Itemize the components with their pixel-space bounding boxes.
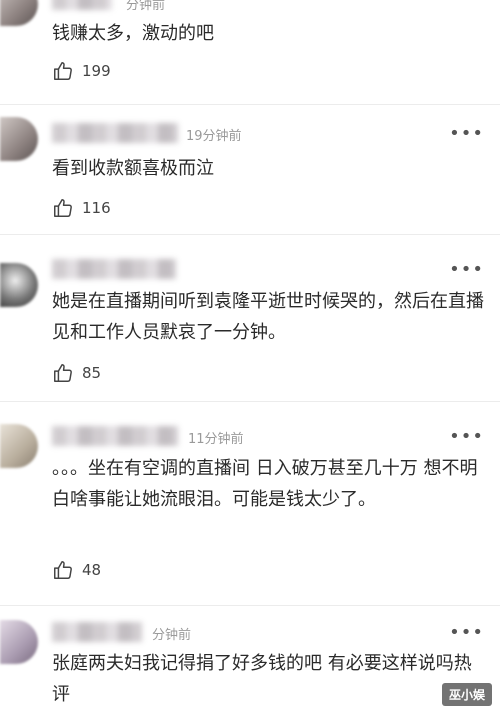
comment-text: 看到收款额喜极而泣 [52,158,214,179]
like-count: 48 [82,561,102,579]
like-button[interactable]: 199 [52,60,111,82]
like-count: 85 [82,364,102,382]
username-blurred [52,259,176,279]
comment-time: 19分钟前 [186,129,242,144]
comment-time: 分钟前 [126,0,166,13]
comment-item: 分钟前 ••• 张庭两夫妇我记得捐了好多钱的吧 有必要这样说吗热评 [0,606,500,710]
avatar[interactable] [0,117,38,161]
avatar[interactable] [0,0,38,26]
like-count: 199 [82,62,111,80]
avatar[interactable] [0,620,38,664]
like-button[interactable]: 85 [52,362,101,384]
comment-item: ••• 她是在直播期间听到袁隆平逝世时候哭的，然后在直播见和工作人员默哀了一分钟… [0,235,500,400]
comment-text: 。。。坐在有空调的直播间 日入破万甚至几十万 想不明白啥事能让她流眼泪。可能是钱… [52,458,478,510]
comment-text: 张庭两夫妇我记得捐了好多钱的吧 有必要这样说吗热评 [52,653,472,705]
comment-time: 分钟前 [152,628,192,643]
comment-text: 她是在直播期间听到袁隆平逝世时候哭的，然后在直播见和工作人员默哀了一分钟。 [52,291,484,343]
more-dots-icon[interactable]: ••• [449,125,484,143]
more-dots-icon[interactable]: ••• [449,428,484,446]
thumbs-up-icon [54,364,72,382]
more-dots-icon[interactable]: ••• [449,624,484,642]
thumbs-up-icon [54,62,72,80]
thumbs-up-icon [54,561,72,579]
comment-item: 11分钟前 ••• 。。。坐在有空调的直播间 日入破万甚至几十万 想不明白啥事能… [0,402,500,604]
username-blurred [52,622,142,642]
watermark: 巫小娱 [441,683,492,706]
comment-text: 钱赚太多，激动的吧 [52,23,214,44]
thumbs-up-icon [54,199,72,217]
username-blurred [52,426,178,446]
comment-item: 分钟前 钱赚太多，激动的吧 199 [0,0,500,104]
username-blurred [52,123,178,143]
avatar[interactable] [0,424,38,468]
like-count: 116 [82,199,111,217]
username-blurred [52,0,112,10]
more-dots-icon[interactable]: ••• [449,261,484,279]
like-button[interactable]: 48 [52,559,101,581]
comment-time: 11分钟前 [188,432,244,447]
comment-item: 19分钟前 ••• 看到收款额喜极而泣 116 [0,105,500,233]
avatar[interactable] [0,263,38,307]
like-button[interactable]: 116 [52,197,111,219]
